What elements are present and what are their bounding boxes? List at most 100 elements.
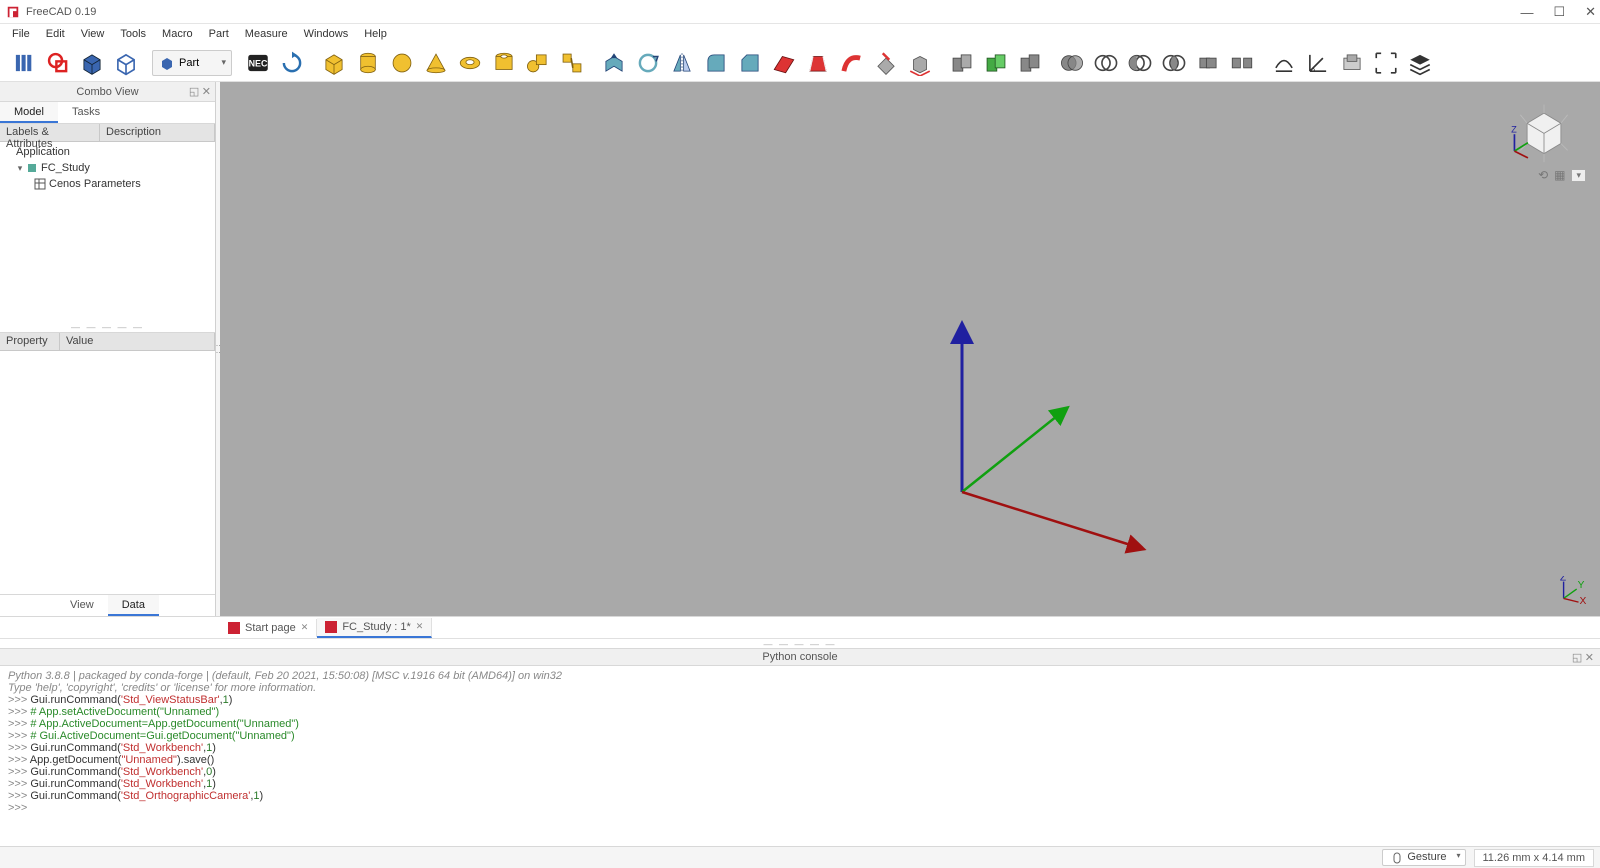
prop-header-property[interactable]: Property xyxy=(0,333,60,350)
tool-shapebuilder-icon[interactable] xyxy=(556,47,588,79)
python-console[interactable]: Python 3.8.8 | packaged by conda-forge |… xyxy=(0,666,1600,846)
tool-sweep-icon[interactable] xyxy=(836,47,868,79)
navigation-style-selector[interactable]: Gesture xyxy=(1382,849,1465,865)
tool-torus-icon[interactable] xyxy=(454,47,486,79)
tree-header-description[interactable]: Description xyxy=(100,124,215,141)
tab-tasks[interactable]: Tasks xyxy=(58,102,114,123)
tool-union-icon[interactable] xyxy=(1124,47,1156,79)
tree-header-labels[interactable]: Labels & Attributes xyxy=(0,124,100,141)
viewport-dimensions: 11.26 mm x 4.14 mm xyxy=(1474,849,1595,867)
menu-part[interactable]: Part xyxy=(201,26,237,42)
mini-axis-indicator: Z Y X xyxy=(1558,576,1586,604)
tool-offset3d-icon[interactable] xyxy=(904,47,936,79)
workbench-label: Part xyxy=(179,57,199,69)
svg-text:Z: Z xyxy=(1560,576,1566,584)
tree-item-cenos-parameters[interactable]: Cenos Parameters xyxy=(4,176,211,192)
tool-extrude-icon[interactable] xyxy=(598,47,630,79)
menu-edit[interactable]: Edit xyxy=(38,26,73,42)
document-tabs: Start page✕ FC_Study : 1*✕ xyxy=(0,616,1600,638)
menu-macro[interactable]: Macro xyxy=(154,26,201,42)
tool-explode-icon[interactable] xyxy=(980,47,1012,79)
freecad-icon xyxy=(228,622,240,634)
tool-cut-icon[interactable] xyxy=(1090,47,1122,79)
console-close-button[interactable]: ✕ xyxy=(1585,652,1594,664)
tool-sphere-icon[interactable] xyxy=(386,47,418,79)
svg-text:Z: Z xyxy=(1511,125,1517,135)
tool-boolean-icon[interactable] xyxy=(1056,47,1088,79)
menu-view[interactable]: View xyxy=(73,26,113,42)
tool-refresh-icon[interactable] xyxy=(276,47,308,79)
tool-chamfer-icon[interactable] xyxy=(734,47,766,79)
property-panel: Property Value xyxy=(0,332,215,594)
menu-tools[interactable]: Tools xyxy=(112,26,154,42)
tool-mirror-icon[interactable] xyxy=(666,47,698,79)
tool-split-icon[interactable] xyxy=(1226,47,1258,79)
tool-compound-icon[interactable] xyxy=(946,47,978,79)
tab-fc-study[interactable]: FC_Study : 1*✕ xyxy=(317,618,432,638)
tool-join-icon[interactable] xyxy=(1192,47,1224,79)
combo-view-panel: Combo View ◱ ✕ Model Tasks Labels & Attr… xyxy=(0,82,216,616)
tree-root[interactable]: Application xyxy=(4,144,211,160)
prop-header-value[interactable]: Value xyxy=(60,333,215,350)
tool-fillet-icon[interactable] xyxy=(700,47,732,79)
status-bar: Gesture 11.26 mm x 4.14 mm xyxy=(0,846,1600,868)
coordinate-axes xyxy=(902,302,1162,562)
console-float-button[interactable]: ◱ xyxy=(1572,652,1582,664)
close-button[interactable]: ✕ xyxy=(1585,4,1596,20)
panel-close-button[interactable]: ✕ xyxy=(202,86,211,98)
tool-cone-icon[interactable] xyxy=(420,47,452,79)
tool-sketch-icon[interactable] xyxy=(42,47,74,79)
tool-measure-refresh-icon[interactable] xyxy=(1336,47,1368,79)
tab-view[interactable]: View xyxy=(56,595,108,616)
navcube-menu-dropdown[interactable]: ▾ xyxy=(1571,169,1586,182)
navigation-cube[interactable]: Z xyxy=(1506,92,1582,168)
tool-cube-icon[interactable] xyxy=(318,47,350,79)
spreadsheet-icon xyxy=(34,178,46,190)
tool-loft-icon[interactable] xyxy=(802,47,834,79)
tool-nec-icon[interactable]: NEC xyxy=(242,47,274,79)
panel-float-button[interactable]: ◱ xyxy=(189,86,199,98)
minimize-button[interactable]: — xyxy=(1520,5,1533,20)
tool-inspect[interactable] xyxy=(8,47,40,79)
tool-intersect-icon[interactable] xyxy=(1158,47,1190,79)
tab-model[interactable]: Model xyxy=(0,102,58,123)
combo-view-title: Combo View ◱ ✕ xyxy=(0,82,215,102)
central-splitter[interactable]: — — — — — xyxy=(0,638,1600,648)
close-tab-start[interactable]: ✕ xyxy=(301,622,309,633)
combo-splitter[interactable]: — — — — — xyxy=(0,322,215,332)
navcube-view-icon[interactable]: ▦ xyxy=(1554,168,1565,182)
menu-help[interactable]: Help xyxy=(356,26,395,42)
svg-text:NEC: NEC xyxy=(249,58,268,68)
tool-tube-icon[interactable] xyxy=(488,47,520,79)
tool-measure-linear-icon[interactable] xyxy=(1268,47,1300,79)
tool-fit-all-icon[interactable] xyxy=(1370,47,1402,79)
tab-data[interactable]: Data xyxy=(108,595,159,616)
svg-text:Y: Y xyxy=(1578,580,1585,591)
model-tree[interactable]: Application ▾FC_Study Cenos Parameters xyxy=(0,142,215,322)
menubar: File Edit View Tools Macro Part Measure … xyxy=(0,24,1600,44)
tool-ruled-icon[interactable] xyxy=(768,47,800,79)
3d-viewport[interactable]: Z ⟲ ▦ ▾ Z Y X xyxy=(220,82,1600,616)
tree-document[interactable]: ▾FC_Study xyxy=(4,160,211,176)
python-console-header: Python console ◱ ✕ xyxy=(0,648,1600,666)
menu-windows[interactable]: Windows xyxy=(296,26,357,42)
tool-section-icon[interactable] xyxy=(870,47,902,79)
tool-cylinder-icon[interactable] xyxy=(352,47,384,79)
tool-primitives-icon[interactable] xyxy=(522,47,554,79)
tool-measure-angular-icon[interactable] xyxy=(1302,47,1334,79)
svg-text:X: X xyxy=(1579,596,1586,604)
tool-revolve-icon[interactable] xyxy=(632,47,664,79)
part-wb-icon xyxy=(159,55,175,71)
document-icon xyxy=(26,162,38,174)
tab-start-page[interactable]: Start page✕ xyxy=(220,619,317,637)
workbench-selector[interactable]: Part xyxy=(152,50,232,76)
close-tab-study[interactable]: ✕ xyxy=(416,621,424,632)
maximize-button[interactable]: ☐ xyxy=(1553,4,1565,20)
tool-wireframe-box-icon[interactable] xyxy=(110,47,142,79)
menu-file[interactable]: File xyxy=(4,26,38,42)
navcube-mode-icon[interactable]: ⟲ xyxy=(1538,168,1548,182)
tool-box-icon[interactable] xyxy=(76,47,108,79)
tool-filter-icon[interactable] xyxy=(1014,47,1046,79)
tool-layers-icon[interactable] xyxy=(1404,47,1436,79)
menu-measure[interactable]: Measure xyxy=(237,26,296,42)
